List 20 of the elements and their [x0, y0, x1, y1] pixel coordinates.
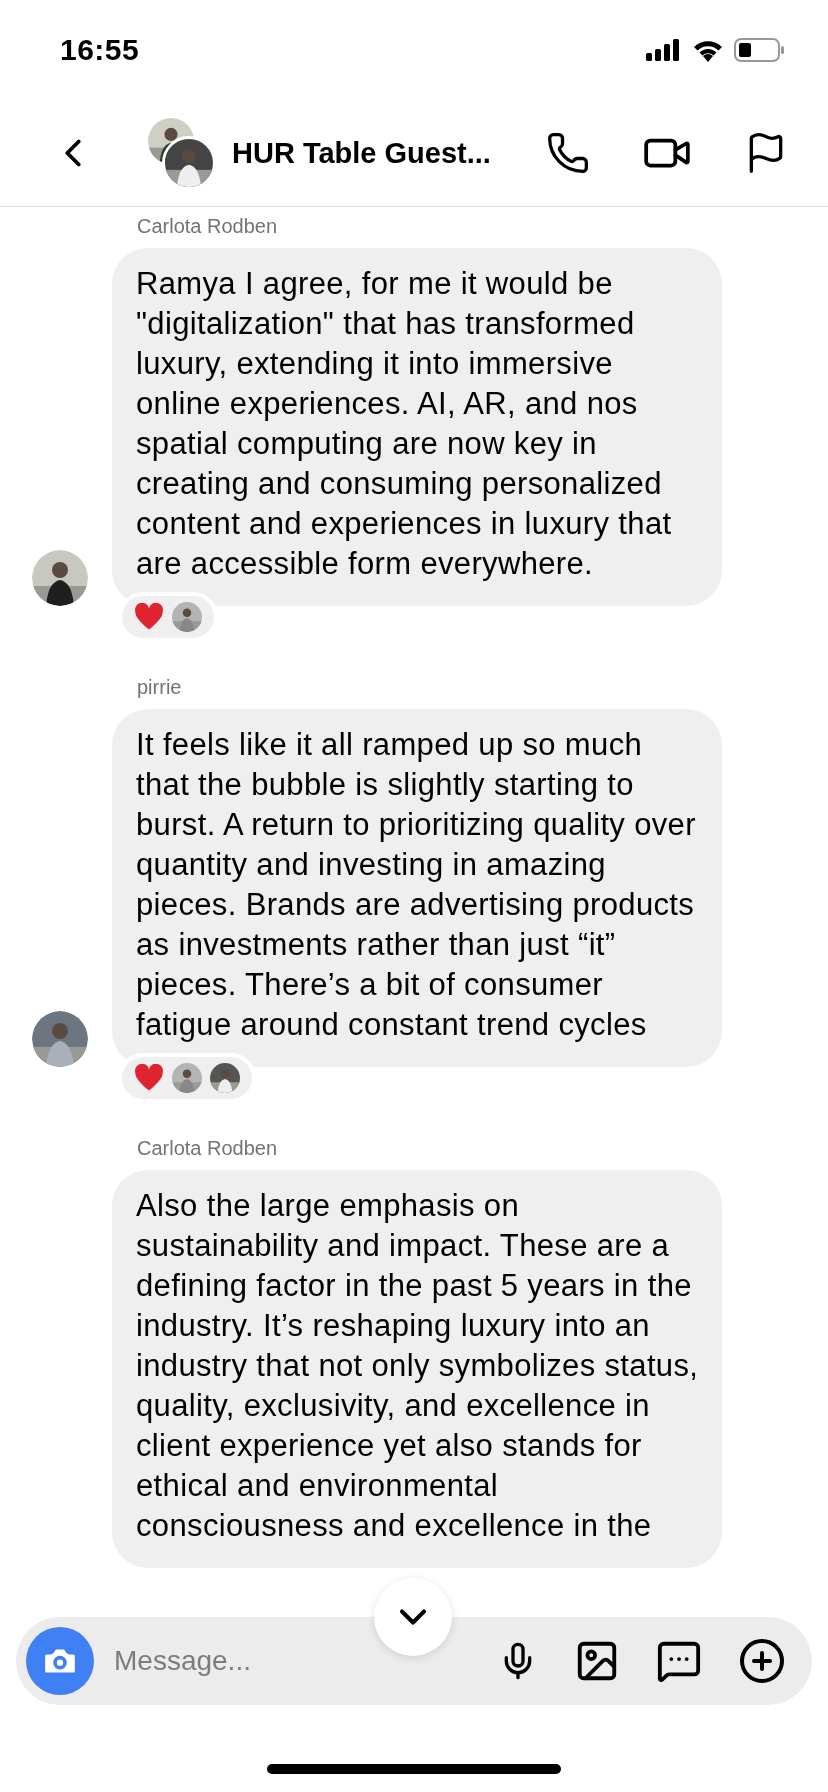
battery-icon: [734, 38, 784, 62]
sender-name: Carlota Rodben: [137, 1137, 279, 1160]
plus-icon: [738, 1637, 786, 1685]
heart-icon: [134, 1064, 164, 1092]
wifi-icon: [692, 38, 724, 62]
chat-title[interactable]: HUR Table Guest...: [232, 136, 546, 170]
camera-button[interactable]: [26, 1627, 94, 1695]
status-time: 16:55: [60, 33, 140, 67]
heart-icon: [134, 603, 164, 631]
sender-name: Carlota Rodben: [137, 215, 279, 238]
phone-icon: [546, 131, 590, 175]
scroll-down-button[interactable]: [374, 1578, 452, 1656]
message-text: It feels like it all ramped up so much that the bubble is slightly starting to burst. A return to prioritizing quality over quantity and investing in amazing pieces. Brands are advertising products as investments rather than just “it” pieces. There’s a bit of consumer fatigue around constant trend cycles: [136, 726, 697, 1044]
phone-call-button[interactable]: [546, 131, 590, 175]
message-field[interactable]: Message...: [112, 1644, 498, 1678]
message-text: Ramya I agree, for me it would be "digitalization" that has transformed luxury, extending it into immersive online experiences. AI, AR, and nos spatial computing are now key in creating and consuming personalized content and experiences in luxury that are accessible form everywhere.: [136, 265, 673, 583]
message-text: Also the large emphasis on sustainability and impact. These are a defining factor in the past 5 years in the industry. It’s reshaping luxury into an industry that not only symbolizes status, quality, exclusivity, and excellence in client experience yet also stands for ethical and environmental consciousness and excellence in the: [136, 1187, 700, 1545]
signal-icon: [646, 39, 682, 61]
sender-name: pirrie: [137, 676, 183, 699]
add-button[interactable]: [738, 1637, 786, 1685]
